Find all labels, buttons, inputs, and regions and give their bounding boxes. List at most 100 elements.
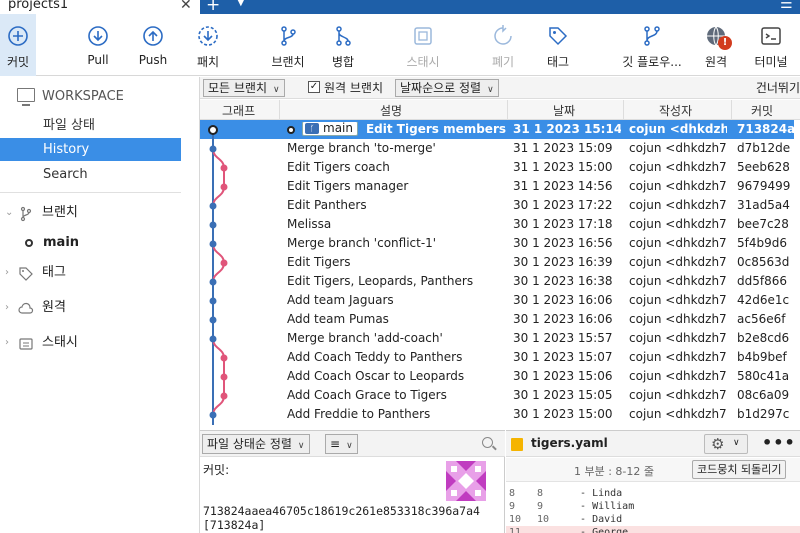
commit-author: cojun <dhkdzh70 — [629, 388, 727, 402]
sidebar-item-history[interactable]: History — [0, 138, 181, 161]
diff-options-button[interactable]: ⚙ ∨ — [704, 434, 748, 454]
workspace-heading: WORKSPACE — [42, 89, 124, 104]
table-row[interactable]: Add team Jaguars 30 1 2023 16:06 cojun <dh… — [200, 291, 800, 310]
stash-button[interactable]: 스태시 — [393, 24, 453, 70]
terminal-button[interactable]: 터미널 — [741, 24, 800, 70]
table-row[interactable]: Add Coach Grace to Tigers 30 1 2023 15:05… — [200, 386, 800, 405]
table-row[interactable]: Edit Tigers manager 31 1 2023 14:56 cojun … — [200, 177, 800, 196]
graph-commit-node[interactable] — [220, 373, 228, 381]
remote-alert-badge: ! — [718, 36, 732, 50]
remote-branches-checkbox[interactable]: ✓ — [308, 81, 320, 93]
graph-commit-node[interactable] — [209, 145, 217, 153]
branch-button[interactable]: 브랜치 — [258, 24, 318, 70]
column-header-author[interactable]: 작성자 — [659, 102, 692, 119]
table-row[interactable]: Merge branch 'conflict-1' 30 1 2023 16:56… — [200, 234, 800, 253]
sidebar-section-tags[interactable]: › 태그 — [0, 262, 200, 284]
commit-hash: 713824a — [737, 122, 795, 136]
vertical-scrollbar[interactable] — [794, 120, 800, 430]
graph-commit-node[interactable] — [209, 221, 217, 229]
tab-menu-chevron-icon[interactable]: ▼ — [237, 0, 245, 8]
commit-button[interactable]: 커밋 — [0, 14, 36, 76]
column-header-graph[interactable]: 그래프 — [222, 102, 255, 119]
column-divider[interactable] — [507, 100, 508, 120]
remote-button[interactable]: 원격 — [686, 24, 746, 70]
sidebar-section-branches[interactable]: ⌄ 브랜치 — [0, 202, 200, 224]
close-tab-icon[interactable]: ✕ — [180, 0, 192, 13]
graph-commit-node[interactable] — [220, 164, 228, 172]
table-row[interactable]: Edit Tigers 30 1 2023 16:39 cojun <dhkdzh7… — [200, 253, 800, 272]
graph-commit-node[interactable] — [209, 411, 217, 419]
column-header-commit[interactable]: 커밋 — [751, 102, 773, 119]
graph-commit-node[interactable] — [220, 259, 228, 267]
old-line-number: 11 — [509, 527, 522, 533]
commit-hash: 31ad5a4 — [737, 198, 790, 212]
table-row[interactable]: Edit Tigers, Leopards, Panthers 30 1 2023… — [200, 272, 800, 291]
remote-label: 원격 — [704, 55, 728, 69]
branch-label-main[interactable]: ᚴ main — [302, 122, 358, 136]
commit-full-hash[interactable]: 713824aaea46705c18619c261e853318c396a7a4 — [203, 504, 480, 518]
branch-label: 브랜치 — [271, 55, 305, 69]
patch-button[interactable]: 패치 — [178, 24, 238, 70]
revert-hunk-button[interactable]: 코드뭉치 되돌리기 — [692, 460, 787, 479]
file-modified-icon — [511, 438, 523, 451]
graph-commit-node[interactable] — [209, 202, 217, 210]
discard-button[interactable]: 폐기 — [473, 24, 533, 70]
commit-author: cojun <dhkdzh70 — [629, 160, 727, 174]
graph-commit-node[interactable] — [208, 125, 218, 135]
column-header-date[interactable]: 날짜 — [553, 102, 575, 119]
graph-commit-node[interactable] — [220, 183, 228, 191]
table-row[interactable]: Add Freddie to Panthers 30 1 2023 15:00 co… — [200, 405, 800, 424]
push-button[interactable]: Push — [123, 24, 183, 67]
view-mode-dropdown[interactable]: ≡ ∨ — [325, 434, 358, 454]
file-list-toolbar: 파일 상태순 정렬 ∨ ≡ ∨ — [200, 431, 505, 457]
column-header-description[interactable]: 설명 — [380, 102, 402, 119]
table-row[interactable]: Edit Tigers coach 31 1 2023 15:00 cojun <d… — [200, 158, 800, 177]
column-divider[interactable] — [623, 100, 624, 120]
column-divider[interactable] — [731, 100, 732, 120]
table-row[interactable]: Add team Pumas 30 1 2023 16:06 cojun <dhkd… — [200, 310, 800, 329]
pull-button[interactable]: Pull — [68, 24, 128, 67]
hunk-title: 1 부분 : 8-12 줄 — [574, 465, 655, 478]
table-row[interactable]: ᚴ main Edit Tigers members 31 1 2023 15:14 c… — [200, 120, 800, 139]
tag-button[interactable]: 태그 — [528, 24, 588, 70]
commit-message: ᚴ main Edit Tigers members — [287, 122, 507, 137]
hamburger-menu-icon[interactable]: ☰ — [780, 0, 793, 12]
graph-commit-node[interactable] — [220, 392, 228, 400]
sidebar-branch-main[interactable]: main — [0, 232, 200, 254]
git-flow-button[interactable]: 깃 플로우... — [622, 24, 682, 70]
stash-icon — [414, 27, 432, 45]
merge-button[interactable]: 병합 — [313, 24, 373, 70]
branch-icon — [281, 26, 296, 46]
table-row[interactable]: Add Coach Teddy to Panthers 30 1 2023 15:… — [200, 348, 800, 367]
new-tab-icon[interactable]: + — [206, 0, 220, 15]
table-row[interactable]: Merge branch 'to-merge' 31 1 2023 15:09 co… — [200, 139, 800, 158]
branch-filter-dropdown[interactable]: 모든 브랜치 ∨ — [203, 79, 285, 97]
graph-commit-node[interactable] — [209, 240, 217, 248]
sidebar-section-remotes[interactable]: › 원격 — [0, 297, 200, 319]
graph-commit-node[interactable] — [220, 354, 228, 362]
sort-dropdown[interactable]: 날짜순으로 정렬 ∨ — [395, 79, 499, 97]
graph-commit-node[interactable] — [209, 316, 217, 324]
branch-icon: ᚴ — [305, 123, 319, 134]
graph-commit-node[interactable] — [209, 278, 217, 286]
sidebar-section-label: 태그 — [42, 265, 66, 280]
skip-button[interactable]: 건너뛰기 — [756, 79, 800, 96]
search-icon[interactable] — [482, 437, 493, 448]
table-row[interactable]: Melissa 30 1 2023 17:18 cojun <dhkdzh70 bee… — [200, 215, 800, 234]
sidebar-section-stashes[interactable]: › 스태시 — [0, 332, 200, 354]
sidebar-item-search[interactable]: Search — [0, 163, 181, 186]
chevron-down-icon: ∨ — [297, 441, 305, 451]
more-options-icon[interactable]: ••• — [762, 433, 796, 452]
table-row[interactable]: Edit Panthers 30 1 2023 17:22 cojun <dhkdz… — [200, 196, 800, 215]
file-sort-dropdown[interactable]: 파일 상태순 정렬 ∨ — [202, 434, 310, 454]
table-row[interactable]: Add Coach Oscar to Leopards 30 1 2023 15:… — [200, 367, 800, 386]
push-icon — [143, 26, 163, 46]
commit-date: 30 1 2023 15:57 — [513, 331, 613, 345]
table-row[interactable]: Merge branch 'add-coach' 30 1 2023 15:57 c… — [200, 329, 800, 348]
column-divider[interactable] — [279, 100, 280, 120]
commit-author: cojun <dhkdzh70 — [629, 312, 727, 326]
graph-commit-node[interactable] — [209, 335, 217, 343]
sidebar-item-file-status[interactable]: 파일 상태 — [0, 114, 181, 137]
graph-commit-node[interactable] — [209, 297, 217, 305]
repo-tab-title[interactable]: projects1 — [8, 0, 68, 12]
